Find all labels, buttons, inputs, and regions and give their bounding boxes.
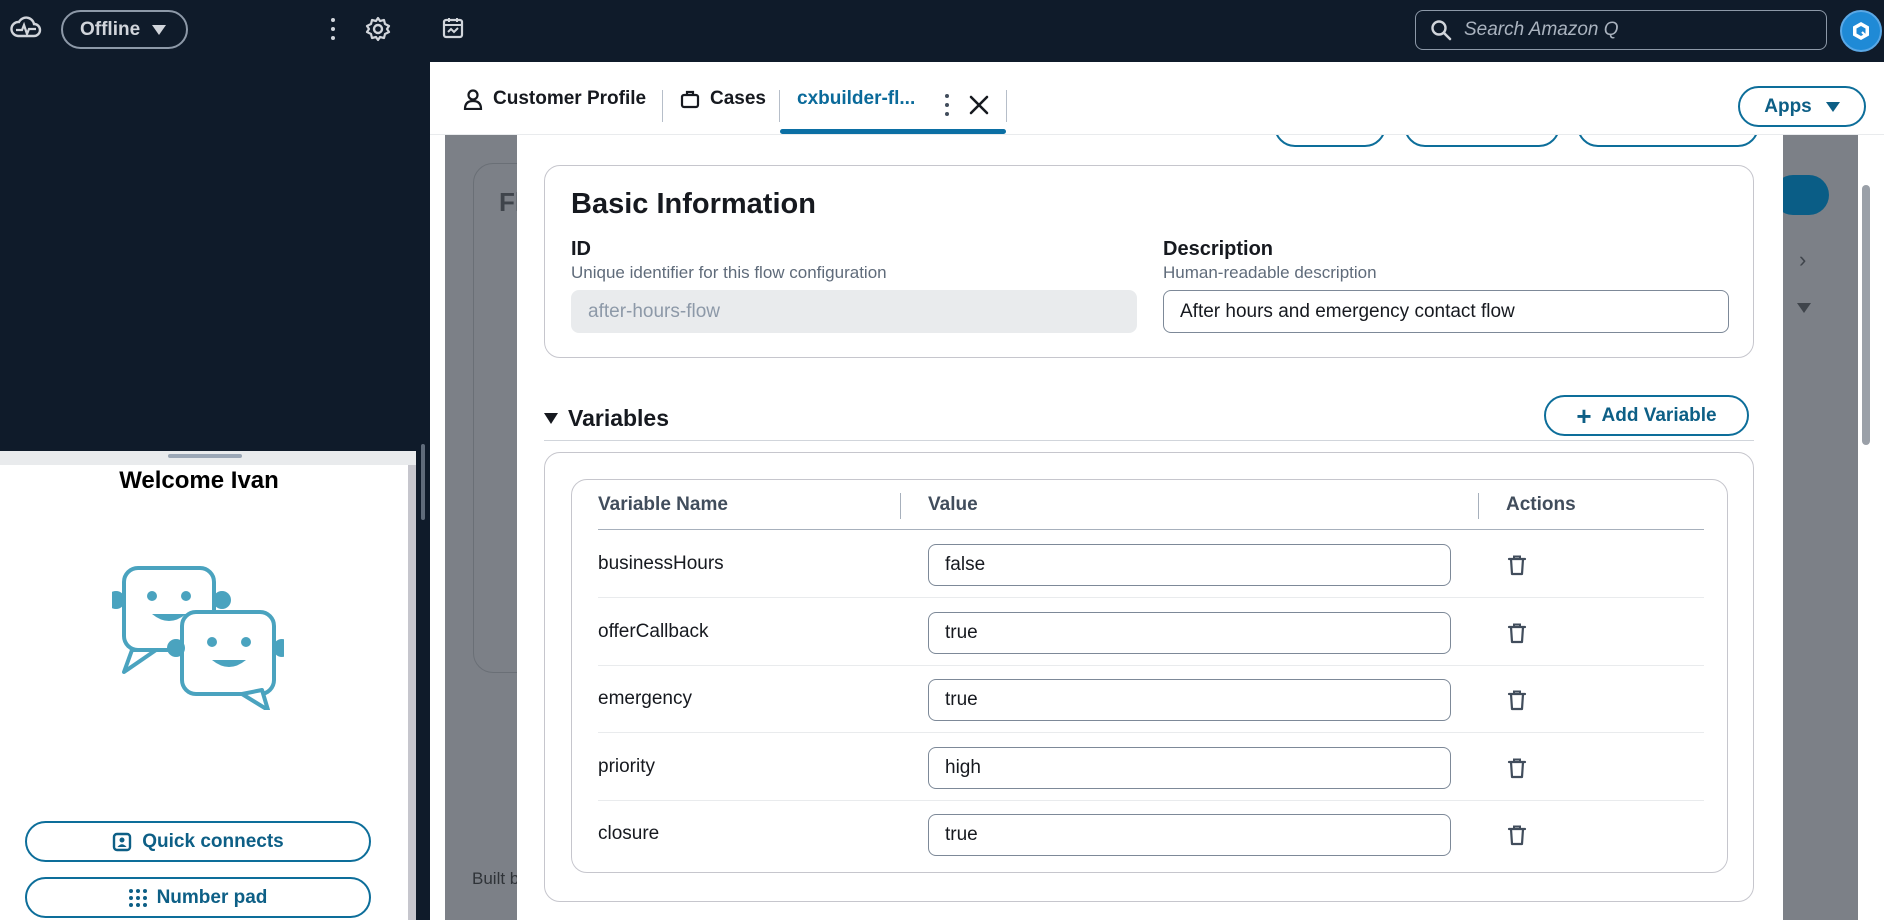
add-variable-button[interactable]: + Add Variable — [1544, 395, 1749, 436]
variable-value-input[interactable] — [928, 544, 1451, 586]
contact-book-icon — [113, 832, 132, 851]
tab-cases[interactable]: Cases — [680, 62, 766, 135]
welcome-heading: Welcome Ivan — [119, 467, 279, 494]
variables-table: Variable Name Value Actions businessHour… — [571, 479, 1728, 873]
table-row: closure — [598, 801, 1704, 868]
trash-icon[interactable] — [1506, 554, 1528, 576]
caret-down-icon — [1797, 303, 1811, 313]
apps-dropdown-button[interactable]: Apps — [1738, 86, 1866, 127]
trash-icon[interactable] — [1506, 689, 1528, 711]
variable-value-input[interactable] — [928, 814, 1451, 856]
id-field[interactable] — [571, 290, 1137, 333]
ccp-header-area: Offline — [0, 0, 416, 451]
column-header-variable-name[interactable]: Variable Name — [598, 494, 728, 516]
modal-header-button[interactable] — [1404, 135, 1560, 147]
table-row: emergency — [598, 666, 1704, 733]
column-resizer[interactable] — [900, 493, 901, 519]
background-footer: Built b — [472, 869, 520, 888]
panel-resize-separator[interactable] — [416, 0, 430, 920]
apps-label: Apps — [1764, 95, 1812, 117]
variable-name-cell: emergency — [598, 688, 692, 709]
variable-name-cell: offerCallback — [598, 620, 709, 642]
variable-name-cell: businessHours — [598, 553, 724, 574]
id-label: ID — [571, 238, 591, 260]
search-input[interactable] — [1464, 19, 1794, 41]
calendar-icon[interactable] — [442, 17, 464, 39]
workspace-tab-bar: Customer Profile Cases cxbuilder-fl... A… — [430, 62, 1884, 135]
variables-title: Variables — [568, 405, 670, 431]
ccp-scrollbar[interactable] — [408, 465, 416, 920]
table-row: businessHours — [598, 531, 1704, 598]
quick-connects-label: Quick connects — [142, 830, 284, 852]
variable-value-input[interactable] — [928, 746, 1451, 789]
top-navigation-bar — [430, 0, 1884, 62]
variable-value-input[interactable] — [928, 679, 1451, 721]
description-help-text: Human-readable description — [1163, 263, 1377, 282]
description-label: Description — [1163, 238, 1274, 260]
number-pad-button[interactable]: Number pad — [25, 877, 371, 918]
modal-header-button[interactable] — [1274, 135, 1386, 147]
plus-icon: + — [1576, 400, 1592, 431]
flow-config-modal: Basic Information ID Unique identifier f… — [517, 135, 1783, 920]
id-help-text: Unique identifier for this flow configur… — [571, 263, 887, 282]
search-icon — [1431, 20, 1452, 41]
section-title: Basic Information — [571, 188, 816, 220]
variable-name-cell: priority — [598, 755, 656, 777]
more-options-icon[interactable] — [330, 18, 336, 40]
variable-name-cell: closure — [598, 823, 660, 844]
cloud-heartbeat-icon — [10, 16, 42, 38]
amazon-q-icon — [1853, 22, 1869, 40]
caret-down-icon — [1825, 101, 1840, 112]
tab-divider — [779, 90, 780, 122]
ccp-welcome-area: Welcome Ivan Quick connects Number pad — [0, 465, 416, 920]
variables-section-header: Variables + Add Variable — [544, 391, 1754, 441]
table-header: Variable Name Value Actions — [598, 480, 1704, 530]
agent-status-dropdown[interactable]: Offline — [61, 10, 188, 49]
number-pad-label: Number pad — [156, 886, 268, 908]
variables-expand-toggle[interactable]: Variables — [544, 405, 669, 432]
caret-down-icon — [152, 24, 167, 35]
active-tab-indicator — [780, 129, 1006, 134]
caret-down-icon — [544, 413, 558, 424]
column-resizer[interactable] — [1478, 493, 1479, 519]
description-field[interactable] — [1163, 290, 1729, 333]
tab-label: Customer Profile — [493, 87, 647, 109]
table-row: priority — [598, 734, 1704, 801]
table-row: offerCallback — [598, 599, 1704, 666]
tab-divider — [662, 90, 663, 122]
background-right-edge: › — [1773, 135, 1858, 920]
modal-header-button[interactable] — [1577, 135, 1759, 147]
dialpad-icon — [128, 888, 147, 907]
tab-customer-profile[interactable]: Customer Profile — [463, 62, 646, 135]
ccp-resize-divider[interactable] — [0, 451, 416, 465]
variable-value-input[interactable] — [928, 611, 1451, 654]
amazon-q-search[interactable] — [1415, 10, 1827, 50]
chat-bubbles-icon — [112, 566, 284, 710]
add-variable-label: Add Variable — [1601, 404, 1717, 426]
tab-divider — [1006, 90, 1007, 122]
page-scrollbar[interactable] — [1858, 135, 1884, 920]
quick-connects-button[interactable]: Quick connects — [25, 821, 371, 862]
variables-container: Variable Name Value Actions businessHour… — [544, 452, 1754, 902]
trash-icon[interactable] — [1506, 824, 1528, 846]
column-header-value[interactable]: Value — [928, 494, 978, 516]
tab-label: Cases — [710, 87, 766, 109]
basic-information-card: Basic Information ID Unique identifier f… — [544, 165, 1754, 358]
close-icon[interactable] — [968, 94, 990, 116]
trash-icon[interactable] — [1506, 757, 1528, 779]
agent-status-label: Offline — [80, 18, 141, 40]
chevron-right-icon: › — [1799, 247, 1807, 272]
tab-more-icon[interactable] — [944, 94, 950, 116]
tab-cxbuilder-flow[interactable]: cxbuilder-fl... — [797, 62, 915, 135]
user-icon — [463, 88, 483, 110]
trash-icon[interactable] — [1506, 622, 1528, 644]
column-header-actions: Actions — [1506, 494, 1576, 515]
briefcase-icon — [680, 90, 700, 108]
gear-icon[interactable] — [365, 16, 391, 42]
contact-control-panel: Offline Welcome Ivan Quick connects Numb… — [0, 0, 430, 920]
tab-label: cxbuilder-fl... — [797, 87, 916, 109]
amazon-q-avatar-button[interactable] — [1840, 10, 1882, 52]
